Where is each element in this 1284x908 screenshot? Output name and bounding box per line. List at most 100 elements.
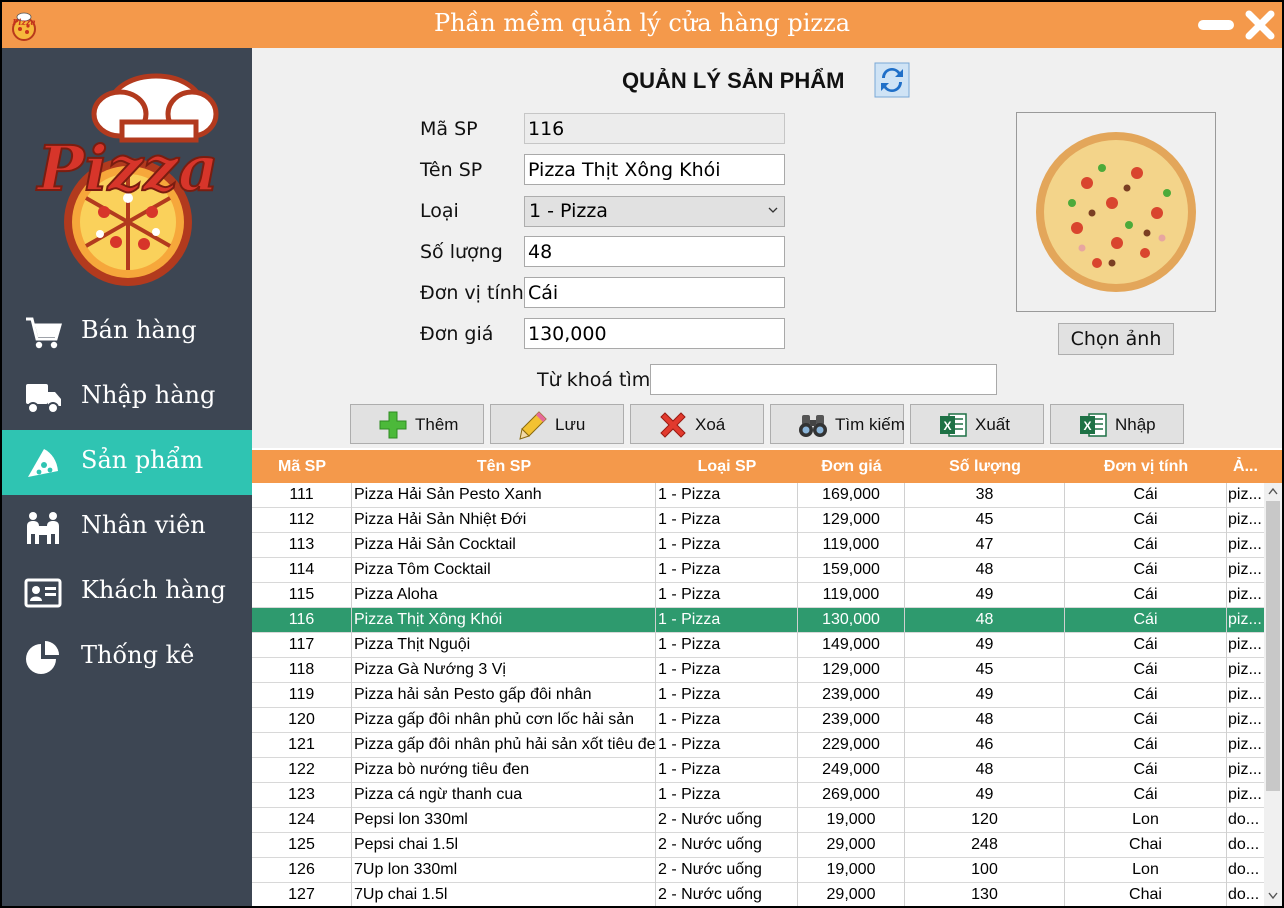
loai-sp-cell[interactable]: 1 - Pizza <box>656 483 798 508</box>
anh-cell[interactable]: piz... <box>1227 583 1264 608</box>
ten-sp-cell[interactable]: Pizza Tôm Cocktail <box>352 558 656 583</box>
table-row[interactable]: 113 Pizza Hải Sản Cocktail 1 - Pizza 119,00… <box>252 533 1264 558</box>
loai-sp-cell[interactable]: 1 - Pizza <box>656 733 798 758</box>
add-button[interactable]: Thêm <box>350 404 484 444</box>
col-ma-sp[interactable]: Mã SP <box>252 450 352 483</box>
ma-sp-cell[interactable]: 112 <box>252 508 352 533</box>
ten-sp-cell[interactable]: Pizza hải sản Pesto gấp đôi nhân <box>352 683 656 708</box>
vertical-scrollbar[interactable] <box>1264 483 1282 906</box>
loai-sp-cell[interactable]: 2 - Nước uống <box>656 883 798 906</box>
scroll-down-icon[interactable] <box>1268 892 1278 900</box>
ten-sp-cell[interactable]: Pizza Hải Sản Cocktail <box>352 533 656 558</box>
don-vi-cell[interactable]: Cái <box>1065 708 1227 733</box>
nav-ban-hang[interactable]: Bán hàng <box>2 300 252 365</box>
don-vi-cell[interactable]: Cái <box>1065 483 1227 508</box>
ten-sp-cell[interactable]: Pizza Hải Sản Pesto Xanh <box>352 483 656 508</box>
table-row[interactable]: 123 Pizza cá ngừ thanh cua 1 - Pizza 269,00… <box>252 783 1264 808</box>
ma-sp-cell[interactable]: 115 <box>252 583 352 608</box>
so-luong-cell[interactable]: 48 <box>905 558 1065 583</box>
ma-sp-cell[interactable]: 123 <box>252 783 352 808</box>
loai-sp-cell[interactable]: 2 - Nước uống <box>656 808 798 833</box>
don-vi-cell[interactable]: Cái <box>1065 733 1227 758</box>
so-luong-cell[interactable]: 45 <box>905 508 1065 533</box>
col-ten-sp[interactable]: Tên SP <box>352 450 656 483</box>
ma-sp-cell[interactable]: 118 <box>252 658 352 683</box>
don-vi-cell[interactable]: Cái <box>1065 758 1227 783</box>
anh-cell[interactable]: piz... <box>1227 733 1264 758</box>
don-vi-cell[interactable]: Cái <box>1065 533 1227 558</box>
table-row[interactable]: 118 Pizza Gà Nướng 3 Vị 1 - Pizza 129,000 45… <box>252 658 1264 683</box>
ten-sp-cell[interactable]: Pizza cá ngừ thanh cua <box>352 783 656 808</box>
ma-sp-cell[interactable]: 122 <box>252 758 352 783</box>
table-row[interactable]: 121 Pizza gấp đôi nhân phủ hải sản xốt ti… <box>252 733 1264 758</box>
table-row[interactable]: 119 Pizza hải sản Pesto gấp đôi nhân 1 - P… <box>252 683 1264 708</box>
search-button[interactable]: Tìm kiếm <box>770 404 905 444</box>
so-luong-cell[interactable]: 48 <box>905 758 1065 783</box>
col-don-vi-tinh[interactable]: Đơn vị tính <box>1065 450 1227 483</box>
don-vi-cell[interactable]: Lon <box>1065 808 1227 833</box>
don-gia-cell[interactable]: 129,000 <box>798 508 905 533</box>
don-gia-cell[interactable]: 149,000 <box>798 633 905 658</box>
ten-sp-cell[interactable]: Pizza Aloha <box>352 583 656 608</box>
ten-sp-cell[interactable]: Pizza gấp đôi nhân phủ cơn lốc hải sản <box>352 708 656 733</box>
col-loai-sp[interactable]: Loại SP <box>656 450 798 483</box>
choose-image-button[interactable]: Chọn ảnh <box>1058 323 1174 355</box>
don-vi-cell[interactable]: Cái <box>1065 783 1227 808</box>
table-row[interactable]: 125 Pepsi chai 1.5l 2 - Nước uống 29,000 248… <box>252 833 1264 858</box>
ma-sp-cell[interactable]: 126 <box>252 858 352 883</box>
don-gia-cell[interactable]: 119,000 <box>798 533 905 558</box>
refresh-icon[interactable] <box>874 62 910 98</box>
ten-sp-field[interactable] <box>524 154 785 185</box>
table-row[interactable]: 124 Pepsi lon 330ml 2 - Nước uống 19,000 120… <box>252 808 1264 833</box>
loai-sp-cell[interactable]: 2 - Nước uống <box>656 858 798 883</box>
table-row[interactable]: 116 Pizza Thịt Xông Khói 1 - Pizza 130,000 4… <box>252 608 1264 633</box>
table-row[interactable]: 122 Pizza bò nướng tiêu đen 1 - Pizza 249,0… <box>252 758 1264 783</box>
anh-cell[interactable]: piz... <box>1227 633 1264 658</box>
anh-cell[interactable]: piz... <box>1227 708 1264 733</box>
so-luong-cell[interactable]: 100 <box>905 858 1065 883</box>
ma-sp-cell[interactable]: 121 <box>252 733 352 758</box>
don-gia-cell[interactable]: 19,000 <box>798 808 905 833</box>
don-gia-cell[interactable]: 29,000 <box>798 833 905 858</box>
save-button[interactable]: Lưu <box>490 404 624 444</box>
don-gia-cell[interactable]: 19,000 <box>798 858 905 883</box>
don-gia-cell[interactable]: 269,000 <box>798 783 905 808</box>
loai-sp-cell[interactable]: 1 - Pizza <box>656 583 798 608</box>
nav-san-pham[interactable]: Sản phẩm <box>2 430 252 495</box>
anh-cell[interactable]: piz... <box>1227 608 1264 633</box>
scroll-up-icon[interactable] <box>1268 487 1278 495</box>
scroll-thumb[interactable] <box>1266 501 1280 791</box>
don-gia-cell[interactable]: 129,000 <box>798 658 905 683</box>
don-gia-cell[interactable]: 239,000 <box>798 708 905 733</box>
ma-sp-cell[interactable]: 127 <box>252 883 352 906</box>
table-row[interactable]: 126 7Up lon 330ml 2 - Nước uống 19,000 100 Lo… <box>252 858 1264 883</box>
ma-sp-cell[interactable]: 111 <box>252 483 352 508</box>
don-vi-cell[interactable]: Chai <box>1065 883 1227 906</box>
anh-cell[interactable]: piz... <box>1227 683 1264 708</box>
table-row[interactable]: 114 Pizza Tôm Cocktail 1 - Pizza 159,000 48 C… <box>252 558 1264 583</box>
search-input[interactable] <box>650 364 997 395</box>
so-luong-cell[interactable]: 48 <box>905 708 1065 733</box>
ten-sp-cell[interactable]: Pizza Thịt Xông Khói <box>352 608 656 633</box>
ma-sp-cell[interactable]: 116 <box>252 608 352 633</box>
anh-cell[interactable]: piz... <box>1227 483 1264 508</box>
don-vi-cell[interactable]: Cái <box>1065 583 1227 608</box>
don-vi-field[interactable] <box>524 277 785 308</box>
don-vi-cell[interactable]: Cái <box>1065 658 1227 683</box>
loai-sp-cell[interactable]: 1 - Pizza <box>656 533 798 558</box>
so-luong-cell[interactable]: 49 <box>905 583 1065 608</box>
so-luong-cell[interactable]: 47 <box>905 533 1065 558</box>
loai-sp-cell[interactable]: 1 - Pizza <box>656 708 798 733</box>
loai-sp-cell[interactable]: 1 - Pizza <box>656 758 798 783</box>
ten-sp-cell[interactable]: Pepsi lon 330ml <box>352 808 656 833</box>
import-button[interactable]: X Nhập <box>1050 404 1184 444</box>
so-luong-cell[interactable]: 120 <box>905 808 1065 833</box>
ten-sp-cell[interactable]: Pizza bò nướng tiêu đen <box>352 758 656 783</box>
don-vi-cell[interactable]: Cái <box>1065 558 1227 583</box>
product-table[interactable]: Mã SP Tên SP Loại SP Đơn giá Số lượng Đơ… <box>252 450 1282 906</box>
anh-cell[interactable]: do... <box>1227 808 1264 833</box>
so-luong-cell[interactable]: 49 <box>905 633 1065 658</box>
table-row[interactable]: 117 Pizza Thịt Nguội 1 - Pizza 149,000 49 Cái… <box>252 633 1264 658</box>
so-luong-cell[interactable]: 38 <box>905 483 1065 508</box>
table-row[interactable]: 111 Pizza Hải Sản Pesto Xanh 1 - Pizza 169,… <box>252 483 1264 508</box>
